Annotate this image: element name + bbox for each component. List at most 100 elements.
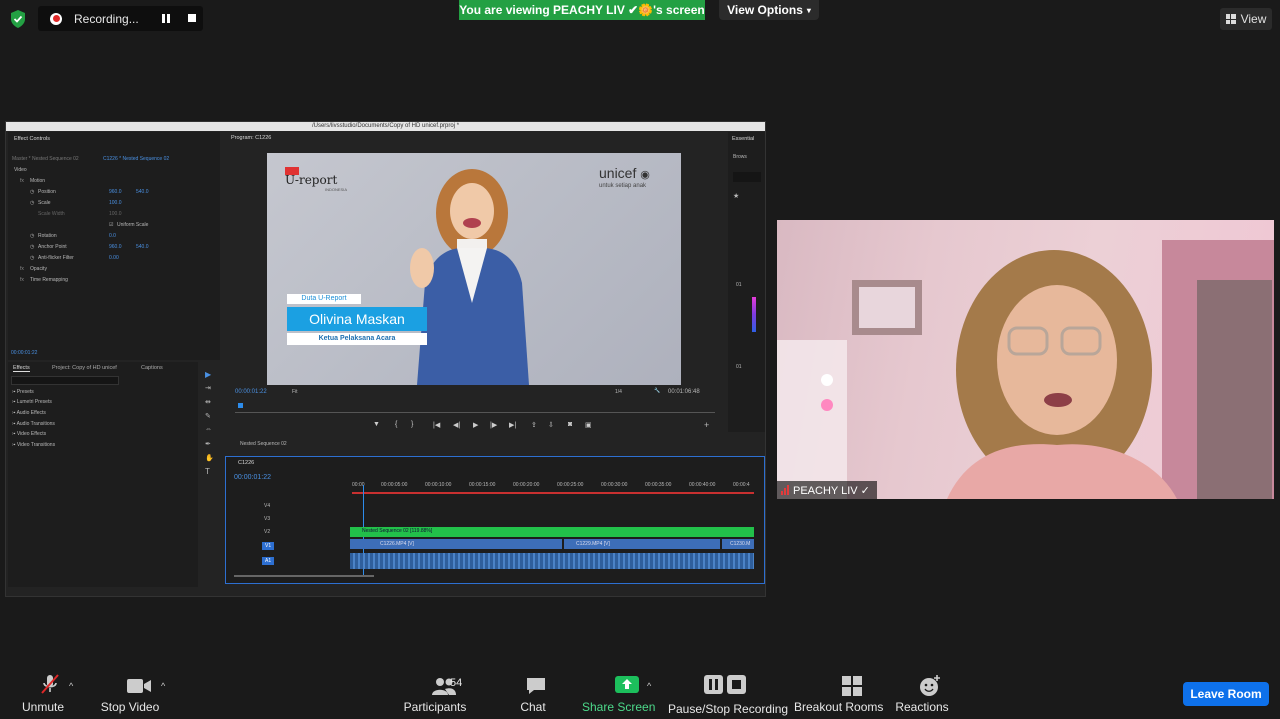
webcam-video[interactable] xyxy=(777,220,1274,499)
track-a1: A1 xyxy=(262,557,275,565)
comparison-view-icon[interactable]: ▣ xyxy=(585,421,592,429)
nested-sequence-clip[interactable]: Nested Sequence 02 [119.88%] xyxy=(350,527,754,537)
audio-clip-a1[interactable] xyxy=(350,553,754,569)
wrench-icon[interactable]: 🔧 xyxy=(654,388,660,394)
tab-project[interactable]: Project: Copy of HD unicef xyxy=(52,365,117,371)
effects-folder-presets[interactable]: ›▪ Presets xyxy=(12,389,34,395)
position-y-value[interactable]: 540.0 xyxy=(136,189,149,195)
track-v1: V1 xyxy=(262,542,275,550)
stop-video-button[interactable]: Stop Video xyxy=(100,672,160,714)
timeline-timecode[interactable]: 00:00:01:22 xyxy=(234,474,271,481)
browse-search[interactable] xyxy=(733,172,761,182)
star-icon[interactable]: ★ xyxy=(733,192,739,200)
transport-controls[interactable]: ▼ { } |◀ ◀| ▶ |▶ ▶| ⇪ ⇩ ◙ ▣ xyxy=(373,421,598,431)
track-headers[interactable]: V4 V3 V2 V1 A1 xyxy=(246,503,346,573)
reactions-button[interactable]: Reactions xyxy=(894,672,950,714)
stop-recording-icon[interactable] xyxy=(188,14,196,22)
stopwatch-icon[interactable]: ◷ xyxy=(30,255,34,261)
timeline-panel[interactable]: C1226 00:00:01:22 00:00 00:00:05:00 00:0… xyxy=(225,456,765,584)
step-forward-icon[interactable]: |▶ xyxy=(490,421,497,429)
lift-icon[interactable]: ⇪ xyxy=(531,421,537,429)
mark-in-icon[interactable]: { xyxy=(395,421,397,428)
position-x-value[interactable]: 960.0 xyxy=(109,189,122,195)
tab-captions[interactable]: Captions xyxy=(141,365,163,371)
anchor-y-value[interactable]: 540.0 xyxy=(136,244,149,250)
view-button[interactable]: View xyxy=(1220,8,1272,30)
audio-options-chevron-icon[interactable]: ^ xyxy=(69,681,77,691)
slip-tool-icon[interactable]: ⇔ xyxy=(205,426,212,433)
step-back-icon[interactable]: ◀| xyxy=(453,421,460,429)
effects-folder-audio-effects[interactable]: ›▪ Audio Effects xyxy=(12,410,46,416)
master-source-label[interactable]: Master * Nested Sequence 02 xyxy=(12,156,79,162)
type-tool-icon[interactable]: T xyxy=(205,467,210,476)
leave-room-button[interactable]: Leave Room xyxy=(1183,682,1269,706)
program-video-frame[interactable]: U-report INDONESIA unicef ◉ untuk setiap… xyxy=(267,153,681,385)
stopwatch-icon[interactable]: ◷ xyxy=(30,189,34,195)
time-remapping-label[interactable]: Time Remapping xyxy=(30,277,68,283)
tab-effects[interactable]: Effects xyxy=(13,365,30,372)
anti-flicker-value[interactable]: 0.00 xyxy=(109,255,119,261)
video-clip-c1226[interactable]: C1226.MP4 [V] xyxy=(350,539,562,549)
effect-controls-tab[interactable]: Effect Controls xyxy=(14,136,50,142)
rotation-value[interactable]: 0.0 xyxy=(109,233,116,239)
razor-tool-icon[interactable]: ✎ xyxy=(205,412,211,420)
playback-quality-select[interactable]: 1/4 xyxy=(615,389,622,395)
share-screen-button[interactable]: Share Screen xyxy=(582,672,655,714)
browse-tab[interactable]: Brows xyxy=(733,154,747,160)
anchor-x-value[interactable]: 960.0 xyxy=(109,244,122,250)
nested-sequence-tab[interactable]: Nested Sequence 02 xyxy=(240,441,287,447)
add-marker-icon[interactable]: ▼ xyxy=(373,421,380,428)
timeline-sequence-tab[interactable]: C1226 xyxy=(238,460,254,466)
effects-folder-lumetri[interactable]: ›▪ Lumetri Presets xyxy=(12,399,52,405)
extract-icon[interactable]: ⇩ xyxy=(548,421,554,429)
video-options-chevron-icon[interactable]: ^ xyxy=(161,681,169,691)
program-monitor-title[interactable]: Program: C1226 xyxy=(231,135,271,141)
zoom-fit-select[interactable]: Fit xyxy=(292,389,298,395)
stopwatch-icon[interactable]: ◷ xyxy=(30,200,34,206)
button-editor-icon[interactable]: + xyxy=(704,420,709,430)
breakout-rooms-button[interactable]: Breakout Rooms xyxy=(794,672,883,714)
effects-search-input[interactable] xyxy=(11,376,119,385)
mark-out-icon[interactable]: } xyxy=(411,421,413,428)
video-clip-c1229[interactable]: C1229.MP4 [V] xyxy=(564,539,720,549)
view-options-button[interactable]: View Options ▾ xyxy=(719,0,819,20)
effect-controls-panel[interactable]: Effect Controls Master * Nested Sequence… xyxy=(8,132,220,360)
effects-folder-video-transitions[interactable]: ›▪ Video Transitions xyxy=(12,442,55,448)
go-to-in-icon[interactable]: |◀ xyxy=(433,421,440,429)
timeline-scrollbar[interactable] xyxy=(234,575,374,577)
program-scrubber[interactable] xyxy=(235,412,715,413)
shared-screen-premiere[interactable]: /Users/livsstudio/Documents/Copy of HD u… xyxy=(5,121,766,597)
chat-button[interactable]: Chat xyxy=(516,672,550,714)
tools-panel[interactable]: ▶ ⇥ ⇹ ✎ ⇔ ✒ ✋ T xyxy=(203,367,215,477)
share-options-chevron-icon[interactable]: ^ xyxy=(647,681,655,691)
playhead-marker[interactable] xyxy=(238,403,243,408)
go-to-out-icon[interactable]: ▶| xyxy=(509,421,516,429)
essential-graphics-panel[interactable]: Essential Brows ★ 01 01 xyxy=(728,132,765,432)
effects-folder-audio-transitions[interactable]: ›▪ Audio Transitions xyxy=(12,421,55,427)
video-clip-c1230[interactable]: C1230.M xyxy=(722,539,754,549)
stopwatch-icon[interactable]: ◷ xyxy=(30,244,34,250)
participants-button[interactable]: 54 Participants xyxy=(402,672,468,714)
security-shield-icon[interactable] xyxy=(9,9,27,29)
pen-tool-icon[interactable]: ✒ xyxy=(205,440,211,448)
clip-source-label[interactable]: C1226 * Nested Sequence 02 xyxy=(103,156,169,162)
play-icon[interactable]: ▶ xyxy=(473,421,478,429)
timeline-ruler[interactable]: 00:00 00:00:05:00 00:00:10:00 00:00:15:0… xyxy=(352,482,754,492)
lower-third-name: Olivina Maskan xyxy=(287,307,427,331)
pause-recording-icon[interactable] xyxy=(162,14,170,23)
hand-tool-icon[interactable]: ✋ xyxy=(205,454,214,462)
scale-value[interactable]: 100.0 xyxy=(109,200,122,206)
track-select-tool-icon[interactable]: ⇥ xyxy=(205,384,211,392)
effects-folder-video-effects[interactable]: ›▪ Video Effects xyxy=(12,431,46,437)
stopwatch-icon[interactable]: ◷ xyxy=(30,233,34,239)
export-frame-icon[interactable]: ◙ xyxy=(568,421,572,428)
ripple-edit-tool-icon[interactable]: ⇹ xyxy=(205,398,211,406)
unmute-button[interactable]: Unmute xyxy=(18,672,68,714)
program-timecode[interactable]: 00:00:01:22 xyxy=(235,389,267,395)
opacity-label[interactable]: Opacity xyxy=(30,266,47,272)
selection-tool-icon[interactable]: ▶ xyxy=(205,370,211,379)
work-area-bar[interactable] xyxy=(352,492,754,494)
uniform-scale-checkbox[interactable]: ☑ xyxy=(109,222,113,228)
effects-panel[interactable]: Effects Project: Copy of HD unicef Capti… xyxy=(8,362,198,587)
motion-label[interactable]: Motion xyxy=(30,178,45,184)
